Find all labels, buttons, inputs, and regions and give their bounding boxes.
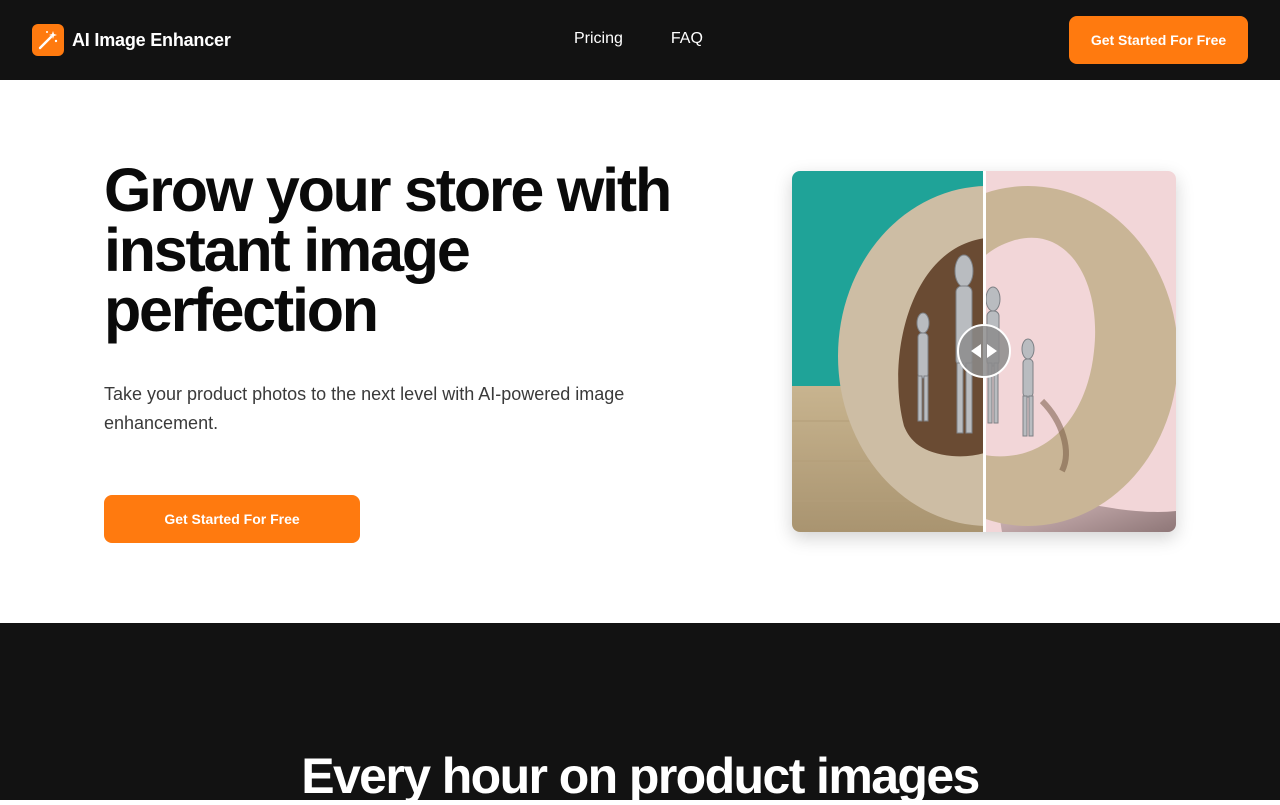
magic-wand-icon <box>32 24 64 56</box>
nav-get-started-button[interactable]: Get Started For Free <box>1069 16 1248 64</box>
brand[interactable]: AI Image Enhancer <box>32 24 231 56</box>
brand-name: AI Image Enhancer <box>72 29 231 50</box>
top-navbar: AI Image Enhancer Pricing FAQ Get Starte… <box>0 0 1280 80</box>
nav-link-faq[interactable]: FAQ <box>671 30 703 48</box>
nav-links: Pricing FAQ <box>574 30 703 48</box>
features-section: Every hour on product images <box>0 623 1280 804</box>
comparison-slider-handle[interactable] <box>957 324 1011 378</box>
before-after-comparison[interactable] <box>792 171 1176 532</box>
arrow-right-icon <box>987 344 997 358</box>
hero-get-started-button[interactable]: Get Started For Free <box>104 495 360 543</box>
hero-title: Grow your store with instant image perfe… <box>104 156 672 344</box>
hero-section: Grow your store with instant image perfe… <box>0 80 1280 623</box>
hero-subtitle: Take your product photos to the next lev… <box>104 384 625 433</box>
section-title: Every hour on product images <box>301 748 980 804</box>
arrow-left-icon <box>971 344 981 358</box>
nav-link-pricing[interactable]: Pricing <box>574 30 623 48</box>
